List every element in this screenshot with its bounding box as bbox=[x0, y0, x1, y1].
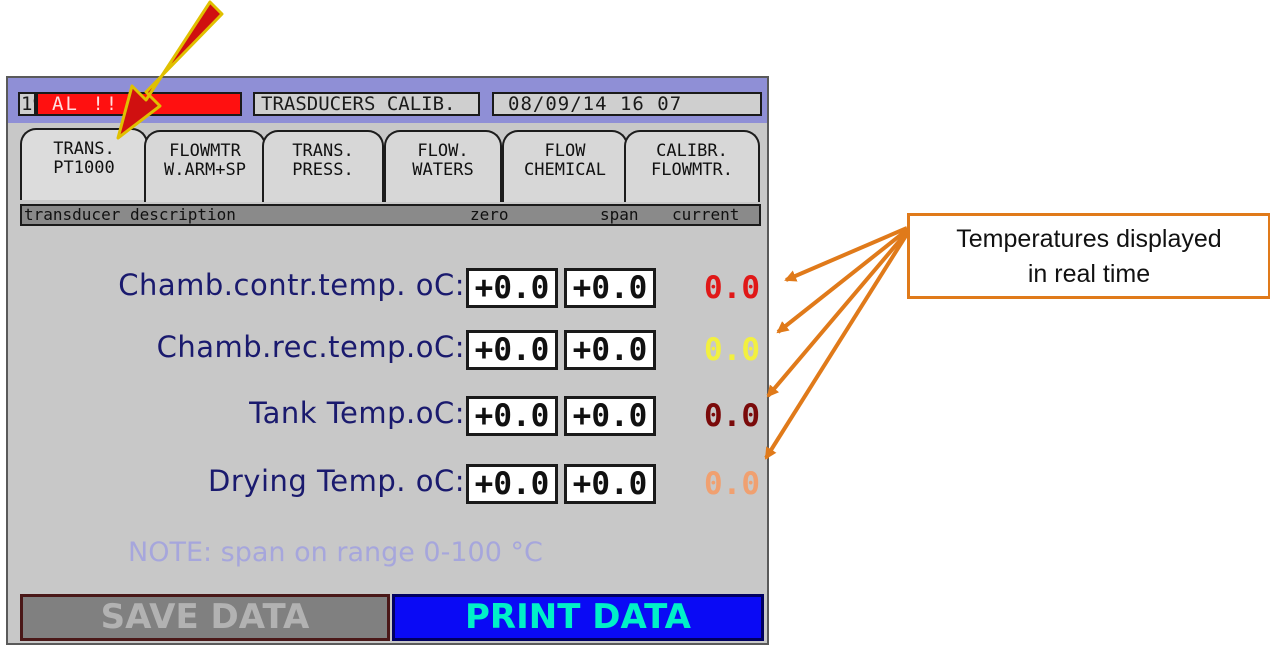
annotation-arrows bbox=[116, 0, 909, 460]
callout-arrow-2 bbox=[776, 228, 909, 334]
callout-arrow-4 bbox=[764, 232, 909, 460]
pointer-arrow-icon bbox=[116, 0, 224, 140]
